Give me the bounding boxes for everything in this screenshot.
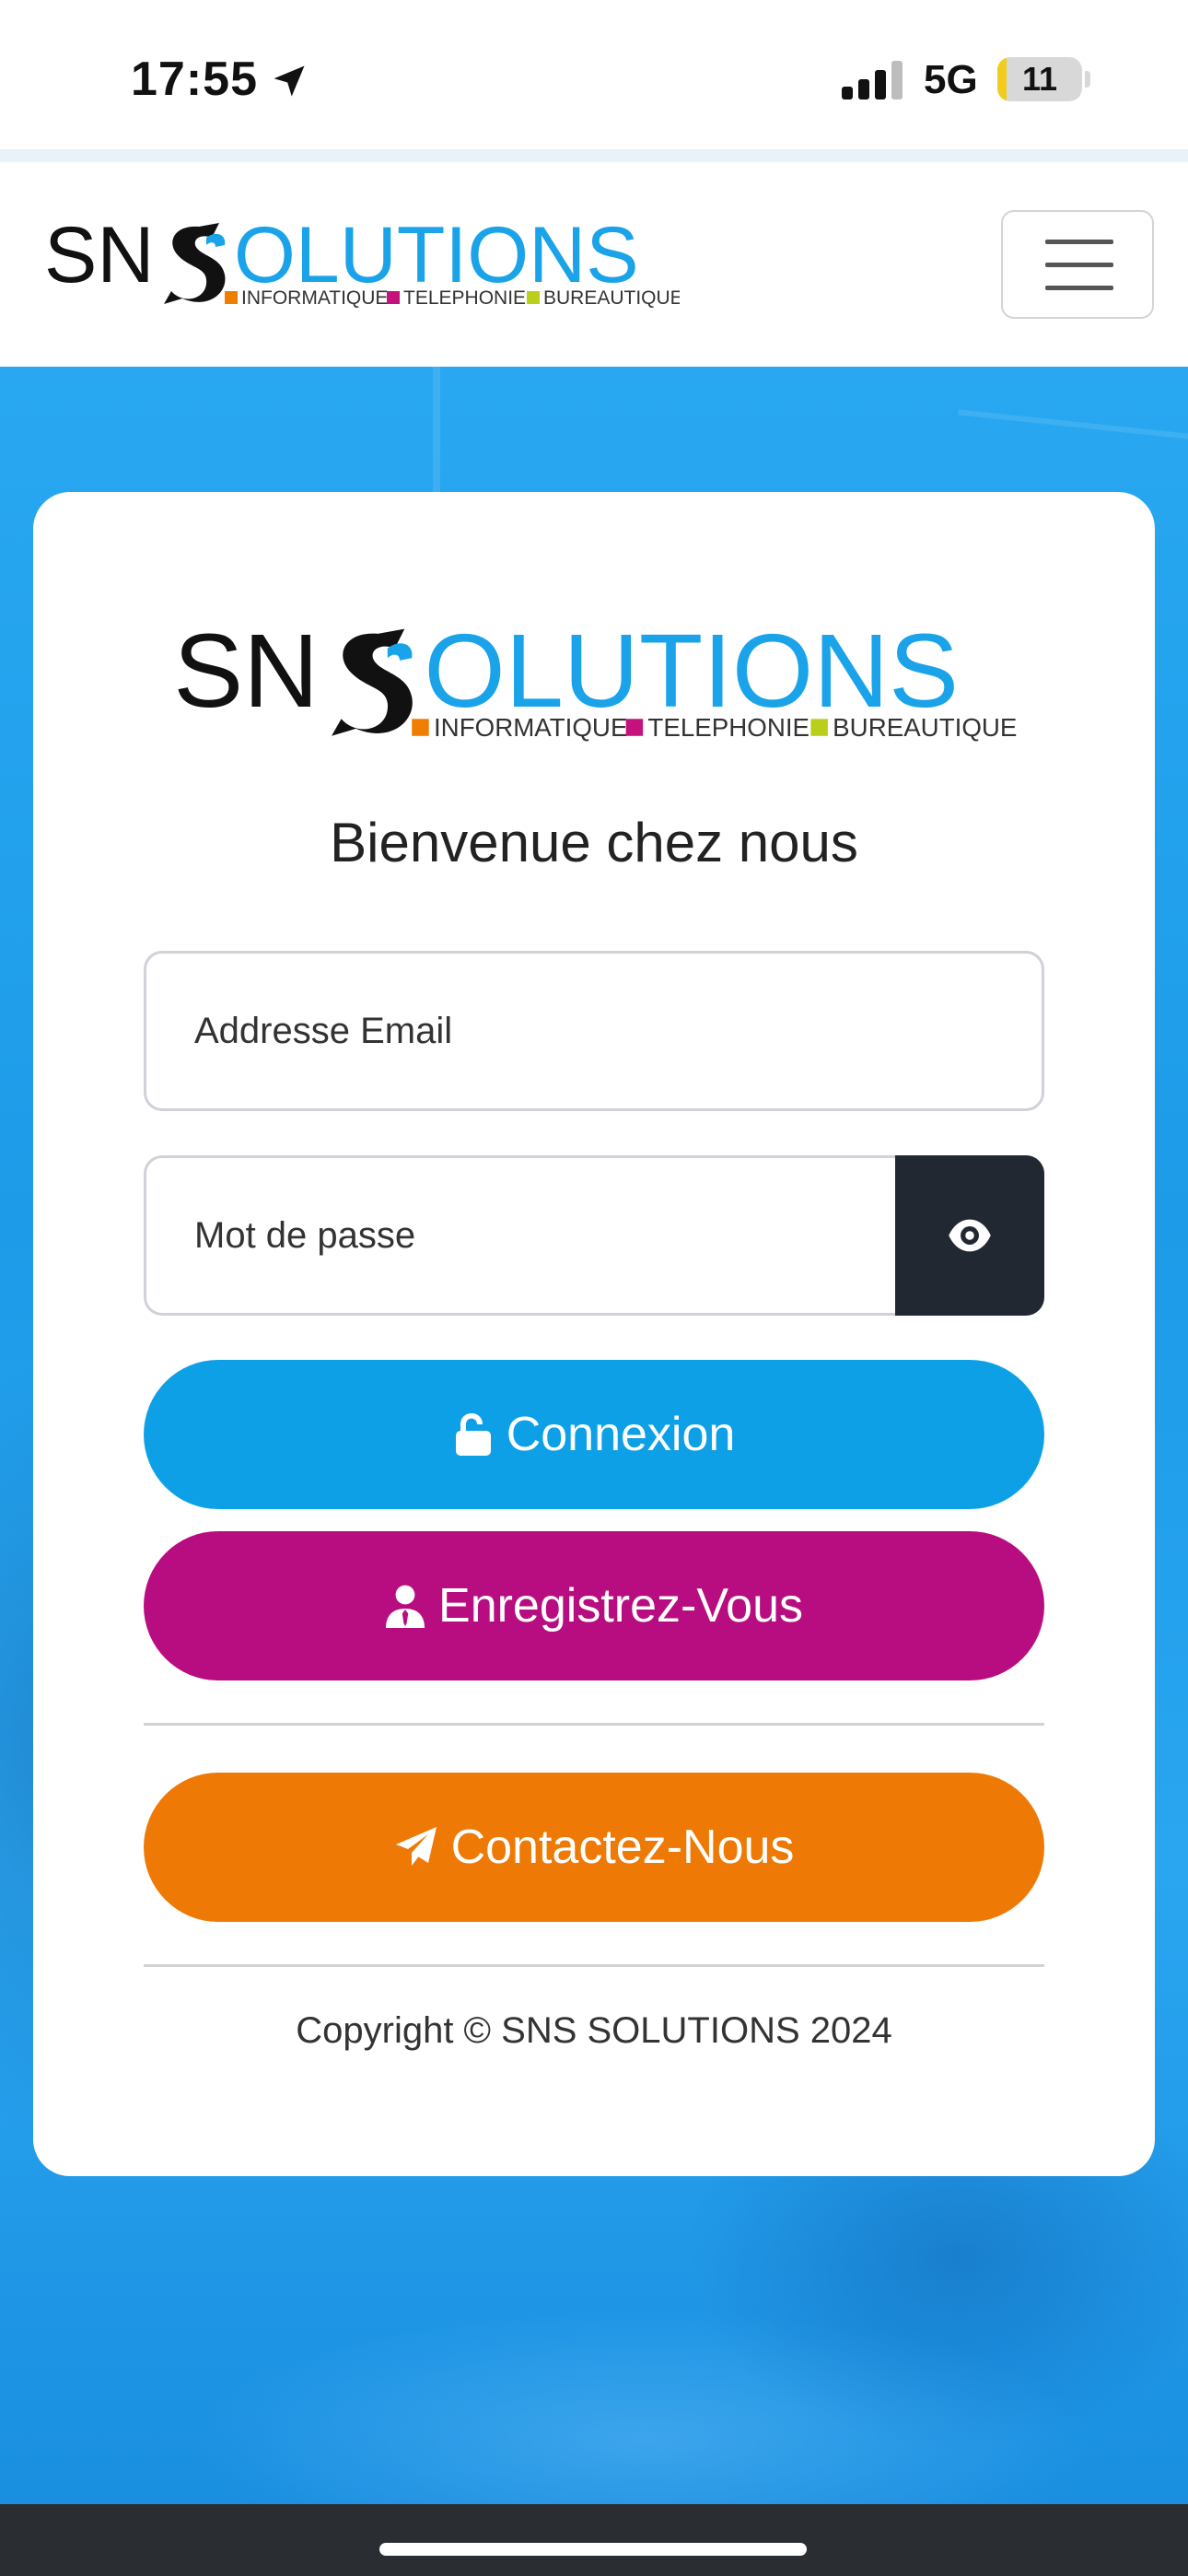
register-button[interactable]: Enregistrez-Vous xyxy=(144,1531,1044,1680)
battery-tip xyxy=(1085,71,1090,88)
logo-tag-2: TELEPHONIE xyxy=(403,287,526,309)
navbar: SN OLUTIONS INFORMATIQUE TELEPHONIE BURE… xyxy=(0,162,1188,367)
brand-logo-graphic: SN OLUTIONS INFORMATIQUE TELEPHONIE BURE… xyxy=(44,216,680,309)
logo-tag-1: INFORMATIQUE xyxy=(434,713,627,742)
battery-level: 11 xyxy=(1021,60,1058,98)
status-time: 17:55 xyxy=(131,53,258,106)
location-arrow-icon xyxy=(274,65,305,97)
divider xyxy=(144,1964,1044,1967)
cellular-signal-icon xyxy=(842,61,903,100)
email-field-wrapper xyxy=(144,951,1044,1111)
password-field-wrapper xyxy=(144,1155,1044,1316)
hamburger-line xyxy=(1045,263,1113,267)
eye-icon xyxy=(949,1219,991,1252)
email-input[interactable] xyxy=(146,954,1042,1108)
hamburger-line xyxy=(1045,240,1113,244)
page-top-border xyxy=(0,149,1188,162)
login-card: SN OLUTIONS INFORMATIQUE TELEPHONIE BURE… xyxy=(33,492,1155,2176)
unlock-icon xyxy=(455,1413,491,1456)
logo-tag-3: BUREAUTIQUE xyxy=(833,713,1017,742)
navbar-logo[interactable]: SN OLUTIONS INFORMATIQUE TELEPHONIE BURE… xyxy=(44,216,680,313)
user-tie-icon xyxy=(386,1585,425,1628)
copyright-text: Copyright © SNS SOLUTIONS 2024 xyxy=(296,2010,892,2051)
login-button-label: Connexion xyxy=(506,1408,736,1461)
logo-s-mark-icon xyxy=(332,628,413,736)
register-button-label: Enregistrez-Vous xyxy=(438,1579,803,1633)
login-button[interactable]: Connexion xyxy=(144,1360,1044,1509)
network-type: 5G xyxy=(924,57,978,102)
welcome-title: Bienvenue chez nous xyxy=(330,812,858,873)
logo-s-mark-icon xyxy=(164,223,226,304)
background-decoration xyxy=(958,409,1188,440)
card-logo: SN OLUTIONS INFORMATIQUE TELEPHONIE BURE… xyxy=(160,619,1026,748)
logo-tag-2: TELEPHONIE xyxy=(647,713,809,742)
divider xyxy=(144,1723,1044,1726)
hamburger-line xyxy=(1045,286,1113,290)
home-indicator[interactable] xyxy=(379,2543,807,2556)
contact-button-label: Contactez-Nous xyxy=(450,1821,795,1874)
logo-brand-left: SN xyxy=(173,619,319,730)
bottom-browser-bar xyxy=(0,2504,1188,2576)
show-password-button[interactable] xyxy=(895,1155,1044,1316)
contact-button[interactable]: Contactez-Nous xyxy=(144,1773,1044,1922)
status-bar: 17:55 5G 11 xyxy=(0,0,1188,149)
hamburger-menu-button[interactable] xyxy=(1001,210,1154,319)
logo-tag-1: INFORMATIQUE xyxy=(241,287,388,309)
battery-icon: 11 xyxy=(997,57,1082,101)
paper-plane-icon xyxy=(395,1827,437,1866)
brand-logo-graphic: SN OLUTIONS INFORMATIQUE TELEPHONIE BURE… xyxy=(173,619,1017,742)
logo-tag-3: BUREAUTIQUE xyxy=(543,287,680,309)
logo-brand-left: SN xyxy=(44,216,154,299)
